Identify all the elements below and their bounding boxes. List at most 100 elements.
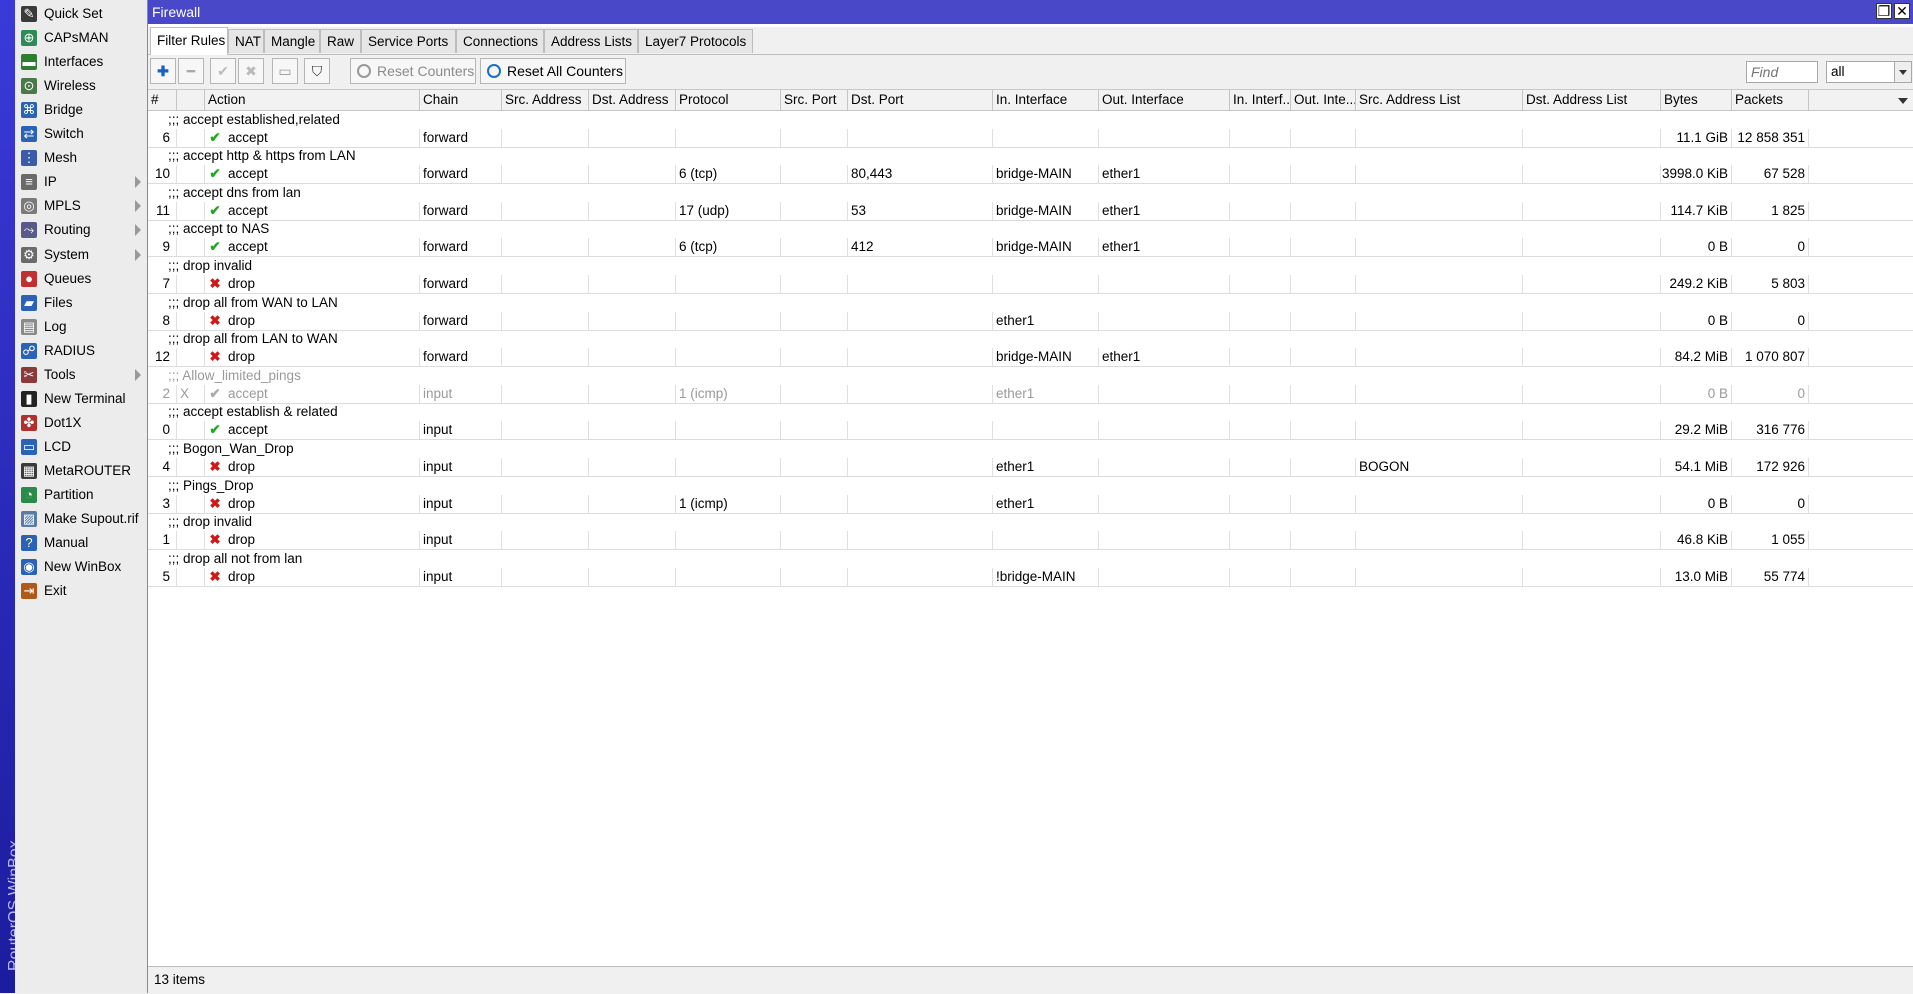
menu-item-exit[interactable]: ⇥ Exit — [15, 580, 147, 602]
column-header-dst-address-list[interactable]: Dst. Address List — [1523, 90, 1661, 110]
column-header-out-interface[interactable]: Out. Interface — [1099, 90, 1230, 110]
table-row[interactable]: 0 ✔ accept input 29.2 MiB 316 776 — [148, 421, 1913, 441]
column-header-packets[interactable]: Packets — [1732, 90, 1809, 110]
menu-item-mpls[interactable]: ◎ MPLS — [15, 195, 147, 217]
menu-item-system[interactable]: ⚙ System — [15, 244, 147, 266]
menu-item-make-supout-rif[interactable]: ▨ Make Supout.rif — [15, 508, 147, 530]
column-header-protocol[interactable]: Protocol — [676, 90, 781, 110]
table-row[interactable]: 12 ✖ drop forward bridge-MAIN ether1 84.2 MiB 1… — [148, 348, 1913, 368]
cell-empty — [1523, 128, 1661, 147]
tab-mangle[interactable]: Mangle — [264, 29, 320, 53]
add-button[interactable]: ✚ — [150, 58, 176, 84]
cell-flag — [177, 348, 205, 367]
column-header-bytes[interactable]: Bytes — [1661, 90, 1732, 110]
menu-item-new-terminal[interactable]: ▮ New Terminal — [15, 388, 147, 410]
menu-item-queues[interactable]: ● Queues — [15, 268, 147, 290]
menu-item-quick-set[interactable]: ✎ Quick Set — [15, 3, 147, 25]
menu-item-log[interactable]: ▤ Log — [15, 316, 147, 338]
cell-empty — [781, 201, 848, 220]
table-row[interactable]: 2 X ✔ accept input 1 (icmp) ether1 0 B0 — [148, 384, 1913, 404]
table-row[interactable]: 4 ✖ drop input ether1 BOGON 54.1 MiB 172 926 — [148, 457, 1913, 477]
menu-item-mesh[interactable]: ⋮ Mesh — [15, 147, 147, 169]
column-header-in-interface[interactable]: In. Interface — [993, 90, 1099, 110]
rule-comment[interactable]: ;;; drop invalid — [168, 257, 252, 275]
table-row[interactable]: 3 ✖ drop input 1 (icmp) ether1 0 B0 — [148, 494, 1913, 514]
tab-nat[interactable]: NAT — [228, 29, 264, 53]
menu-item-new-winbox[interactable]: ◉ New WinBox — [15, 556, 147, 578]
menu-item-wireless[interactable]: ⊙ Wireless — [15, 75, 147, 97]
table-row[interactable]: 5 ✖ drop input !bridge-MAIN 13.0 MiB 55 774 — [148, 567, 1913, 587]
menu-item-metarouter[interactable]: ▦ MetaROUTER — [15, 460, 147, 482]
rule-comment[interactable]: ;;; Bogon_Wan_Drop — [168, 440, 294, 458]
cell-empty — [1523, 201, 1661, 220]
menu-item-dot1x[interactable]: ✤ Dot1X — [15, 412, 147, 434]
table-row[interactable]: 11 ✔ accept forward 17 (udp) 53 bridge-MAIN eth… — [148, 201, 1913, 221]
comment-button[interactable]: ▭ — [272, 58, 298, 84]
menu-item-bridge[interactable]: ⌘ Bridge — [15, 99, 147, 121]
reset-counters-button[interactable]: Reset Counters — [350, 58, 476, 84]
enable-button[interactable]: ✔ — [210, 58, 236, 84]
window-titlebar[interactable]: Firewall ❐ ✕ — [148, 0, 1913, 24]
chevron-down-icon[interactable] — [1898, 98, 1908, 104]
menu-item-files[interactable]: ▰ Files — [15, 292, 147, 314]
rule-comment[interactable]: ;;; drop all from LAN to WAN — [168, 330, 338, 348]
tab-raw[interactable]: Raw — [320, 29, 361, 53]
find-input[interactable] — [1746, 61, 1818, 83]
column-header-src-address-list[interactable]: Src. Address List — [1356, 90, 1523, 110]
tab-connections[interactable]: Connections — [456, 29, 544, 53]
cell-empty — [502, 494, 589, 513]
column-header-src-address[interactable]: Src. Address — [502, 90, 589, 110]
tab-address-lists[interactable]: Address Lists — [544, 29, 638, 53]
filter-button[interactable]: ⛉ — [304, 58, 330, 84]
menu-item-switch[interactable]: ⇄ Switch — [15, 123, 147, 145]
menu-item-tools[interactable]: ✂ Tools — [15, 364, 147, 386]
column-chooser[interactable] — [1809, 90, 1913, 110]
table-row[interactable]: 10 ✔ accept forward 6 (tcp) 80,443 bridge-MAIN… — [148, 165, 1913, 185]
column-header-out-inte[interactable]: Out. Inte... — [1291, 90, 1356, 110]
rule-comment[interactable]: ;;; accept establish & related — [168, 403, 338, 421]
table-row[interactable]: 6 ✔ accept forward 11.1 GiB 12 858 351 — [148, 128, 1913, 148]
column-header-src-port[interactable]: Src. Port — [781, 90, 848, 110]
scope-value: all — [1831, 64, 1845, 79]
column-header-[interactable]: # — [148, 90, 177, 110]
column-header-dst-address[interactable]: Dst. Address — [589, 90, 676, 110]
table-row[interactable]: 1 ✖ drop input 46.8 KiB 1 055 — [148, 531, 1913, 551]
table-row[interactable]: 8 ✖ drop forward ether1 0 B0 — [148, 311, 1913, 331]
close-window-button[interactable]: ✕ — [1894, 3, 1910, 19]
remove-button[interactable]: ━ — [178, 58, 204, 84]
menu-item-manual[interactable]: ? Manual — [15, 532, 147, 554]
cell-dst-port: 412 — [848, 238, 993, 257]
rule-comment[interactable]: ;;; Pings_Drop — [168, 477, 254, 495]
cell-num: 11 — [148, 201, 177, 220]
table-row[interactable]: 7 ✖ drop forward 249.2 KiB 5 803 — [148, 274, 1913, 294]
menu-item-interfaces[interactable]: ▬ Interfaces — [15, 51, 147, 73]
scope-select[interactable]: all — [1826, 61, 1912, 83]
menu-item-lcd[interactable]: ▭ LCD — [15, 436, 147, 458]
rule-comment[interactable]: ;;; drop all not from lan — [168, 550, 302, 568]
rule-comment[interactable]: ;;; Allow_limited_pings — [168, 367, 301, 385]
menu-item-partition[interactable]: ◔ Partition — [15, 484, 147, 506]
menu-item-capsman[interactable]: ⊕ CAPsMAN — [15, 27, 147, 49]
rule-comment[interactable]: ;;; drop all from WAN to LAN — [168, 294, 338, 312]
menu-item-radius[interactable]: ☍ RADIUS — [15, 340, 147, 362]
rule-comment[interactable]: ;;; accept dns from lan — [168, 184, 301, 202]
tab-service-ports[interactable]: Service Ports — [361, 29, 456, 53]
rule-comment[interactable]: ;;; drop invalid — [168, 513, 252, 531]
restore-window-button[interactable]: ❐ — [1876, 3, 1892, 19]
rule-comment[interactable]: ;;; accept http & https from LAN — [168, 147, 356, 165]
tab-layer7-protocols[interactable]: Layer7 Protocols — [638, 29, 753, 53]
disable-button[interactable]: ✖ — [238, 58, 264, 84]
column-header-in-interf[interactable]: In. Interf... — [1230, 90, 1291, 110]
menu-item-routing[interactable]: ⤳ Routing — [15, 219, 147, 241]
reset-all-counters-button[interactable]: Reset All Counters — [480, 58, 626, 84]
menu-item-ip[interactable]: ≡ IP — [15, 171, 147, 193]
column-header-flags[interactable] — [177, 90, 205, 110]
chevron-down-icon[interactable] — [1894, 62, 1911, 82]
tab-filter-rules[interactable]: Filter Rules — [150, 27, 228, 55]
rule-comment[interactable]: ;;; accept established,related — [168, 111, 340, 129]
table-row[interactable]: 9 ✔ accept forward 6 (tcp) 412 bridge-MAIN ethe… — [148, 238, 1913, 258]
column-header-chain[interactable]: Chain — [420, 90, 502, 110]
rule-comment[interactable]: ;;; accept to NAS — [168, 220, 269, 238]
column-header-action[interactable]: Action — [205, 90, 420, 110]
column-header-dst-port[interactable]: Dst. Port — [848, 90, 993, 110]
